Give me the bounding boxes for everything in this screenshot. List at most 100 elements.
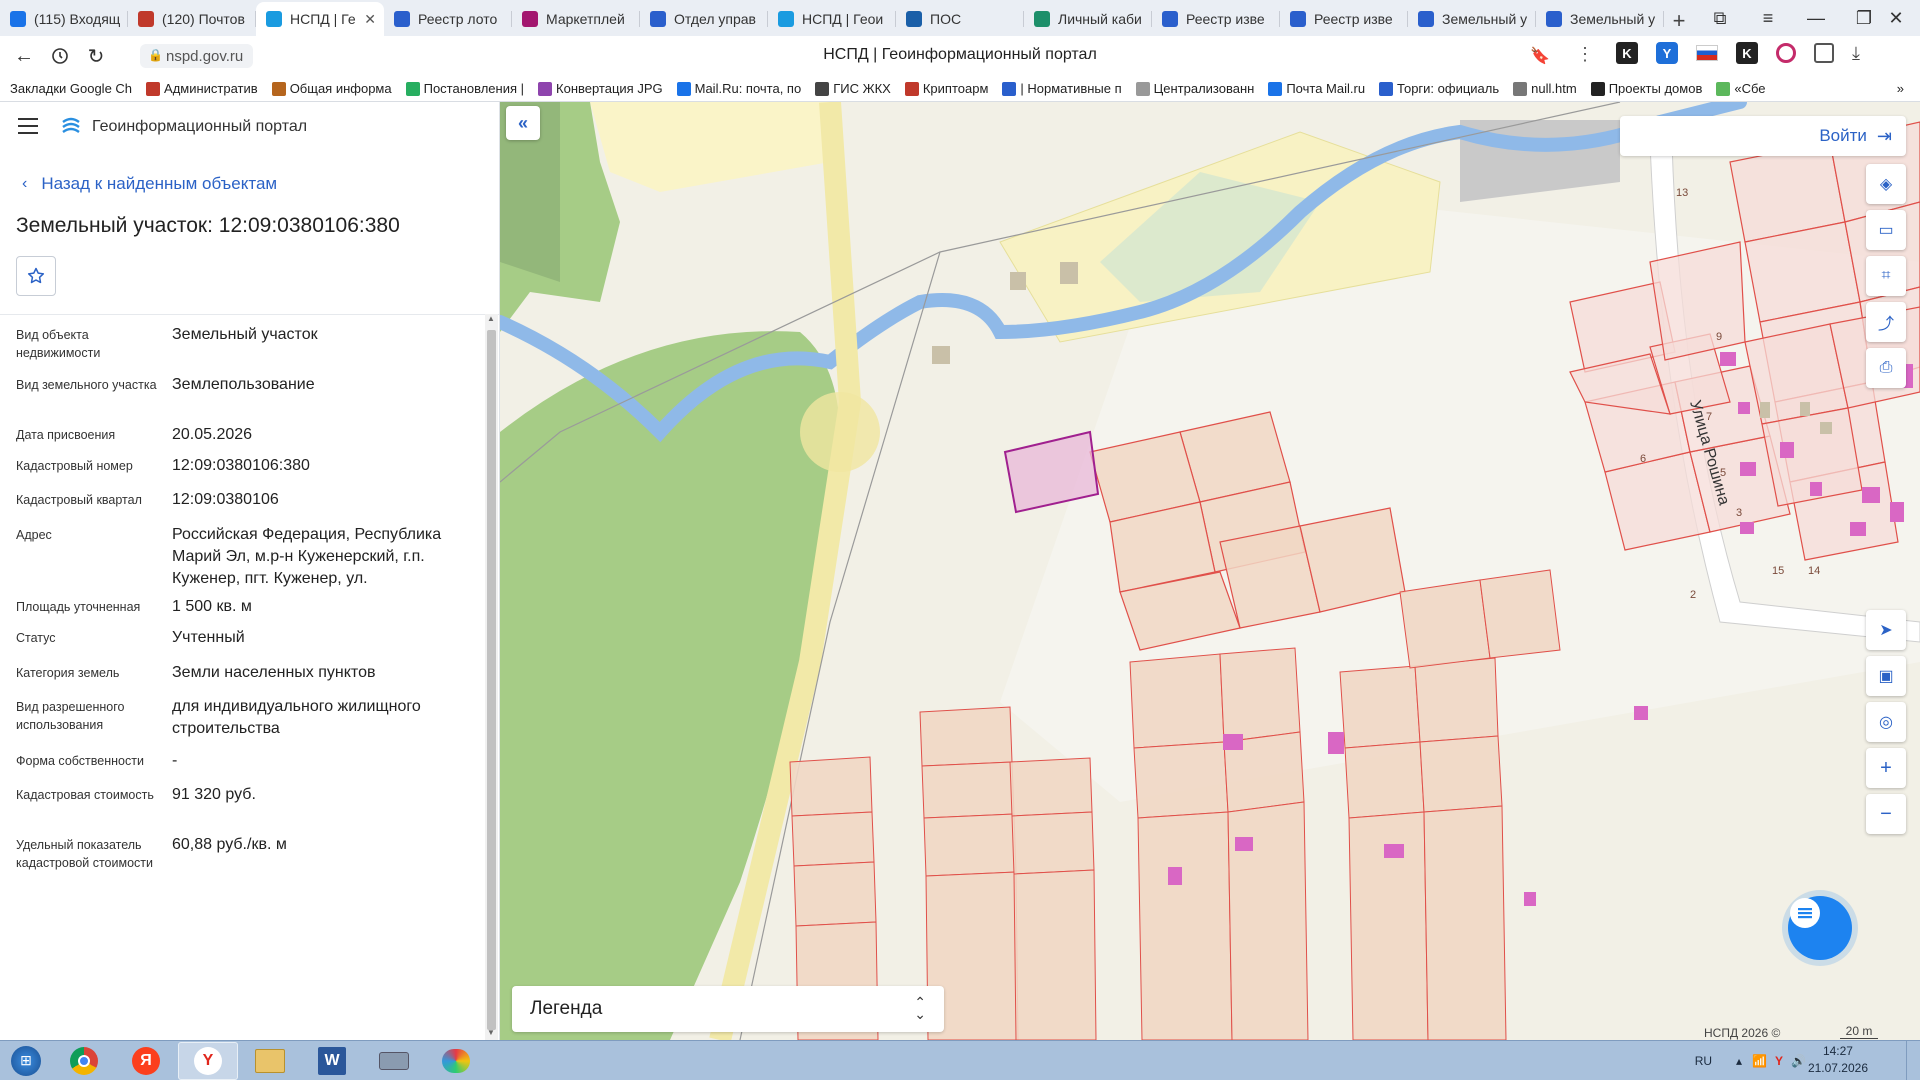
- tab-4[interactable]: Маркетплей: [512, 2, 640, 36]
- bookmark-item[interactable]: Конвертация JPG: [538, 81, 663, 96]
- language-indicator[interactable]: RU: [1695, 1054, 1712, 1068]
- tab-9[interactable]: Реестр изве: [1152, 2, 1280, 36]
- tab-12[interactable]: Земельный у: [1536, 2, 1664, 36]
- bookmark-item[interactable]: «Сбе: [1716, 81, 1766, 96]
- taskbar-yandex[interactable]: Я: [116, 1042, 176, 1080]
- taskbar-word[interactable]: W: [302, 1042, 362, 1080]
- clock[interactable]: 14:27 21.07.2026: [1808, 1043, 1868, 1077]
- scroll-up-arrow-icon[interactable]: ▲: [487, 314, 495, 323]
- collapse-panel-button[interactable]: «: [506, 106, 540, 140]
- zoom-in-button[interactable]: +: [1866, 748, 1906, 788]
- pos-icon: [906, 11, 922, 27]
- volume-icon[interactable]: 🔊: [1791, 1054, 1806, 1068]
- property-label: Форма собственности: [16, 754, 144, 768]
- url-field[interactable]: 🔒 nspd.gov.ru: [140, 44, 254, 68]
- ruler-button[interactable]: ▭: [1866, 210, 1906, 250]
- tab-6[interactable]: НСПД | Геои: [768, 2, 896, 36]
- yandex-icon: Я: [132, 1046, 160, 1075]
- house-number: 15: [1772, 565, 1784, 577]
- yandex-tray-icon[interactable]: Y: [1775, 1054, 1783, 1068]
- close-window-button[interactable]: ✕: [1872, 0, 1920, 36]
- tab-7[interactable]: ПОС: [896, 2, 1024, 36]
- close-tab-icon[interactable]: ✕: [364, 11, 376, 28]
- bookmark-item[interactable]: Административ: [146, 81, 258, 96]
- bookmark-label: Проекты домов: [1608, 81, 1703, 96]
- tab-title: Реестр изве: [1314, 11, 1393, 27]
- bookmark-item[interactable]: Торги: официаль: [1379, 81, 1499, 96]
- download-icon[interactable]: ⤓: [1852, 43, 1860, 64]
- bookmark-item[interactable]: Mail.Ru: почта, по: [676, 81, 801, 96]
- tab-2[interactable]: НСПД | Ге ✕: [256, 2, 384, 36]
- bookmark-icon[interactable]: 🔖: [1530, 46, 1550, 66]
- panel-scrollbar-thumb[interactable]: [487, 330, 496, 1030]
- location-search-icon: ◎: [1879, 714, 1893, 731]
- more-bookmarks-icon[interactable]: »: [1897, 81, 1904, 96]
- russia-flag-icon[interactable]: [1696, 45, 1718, 61]
- taskbar-yandex-browser[interactable]: Y: [178, 1041, 238, 1080]
- tab-title: Земельный у: [1442, 11, 1528, 27]
- property-label: Категория земель: [16, 666, 120, 680]
- tab-0[interactable]: (115) Входящ: [0, 2, 128, 36]
- taskbar-explorer[interactable]: [240, 1042, 300, 1080]
- extensions-icon[interactable]: [1814, 43, 1834, 63]
- menu-icon[interactable]: ≡: [1744, 0, 1792, 36]
- bookmark-item[interactable]: Общая информа: [271, 81, 392, 96]
- search-location-button[interactable]: ◎: [1866, 702, 1906, 742]
- share-button[interactable]: ⤴: [1866, 302, 1906, 342]
- bookmark-favicon-icon: [146, 81, 161, 96]
- bookmark-item[interactable]: Почта Mail.ru: [1268, 81, 1365, 96]
- bookmark-item[interactable]: Криптоарм: [904, 81, 988, 96]
- minimap-button[interactable]: ▣: [1866, 656, 1906, 696]
- bookmark-favicon-icon: [1590, 81, 1605, 96]
- tab-8[interactable]: Личный каби: [1024, 2, 1152, 36]
- panel-header: Геоинформационный портал: [0, 102, 499, 154]
- scroll-down-arrow-icon[interactable]: ▼: [487, 1028, 495, 1037]
- map-view[interactable]: 13 9 7 6 5 3 14 15 2 Улица Рошина « Войт…: [500, 102, 1920, 1040]
- legend-dropdown[interactable]: Легенда ⌃ ⌄: [512, 986, 944, 1032]
- bookmark-item[interactable]: Проекты домов: [1590, 81, 1703, 96]
- show-desktop-button[interactable]: [1906, 1041, 1920, 1080]
- select-area-button[interactable]: ⌗: [1866, 256, 1906, 296]
- back-button[interactable]: ←: [6, 38, 42, 74]
- reload-button[interactable]: ↻: [78, 38, 114, 74]
- bookmark-item[interactable]: Централизованн: [1135, 81, 1254, 96]
- bookmark-item[interactable]: Закладки Google Ch: [10, 81, 132, 96]
- browser-tab-bar: (115) Входящ (120) Почтов НСПД | Ге ✕ Реестр…: [0, 0, 1920, 36]
- layers-button[interactable]: ◈: [1866, 164, 1906, 204]
- bookmark-item[interactable]: ГИС ЖКХ: [815, 81, 891, 96]
- print-button[interactable]: ⎙: [1866, 348, 1906, 388]
- tab-10[interactable]: Реестр изве: [1280, 2, 1408, 36]
- show-hidden-icons-icon[interactable]: ▴: [1736, 1054, 1742, 1068]
- bookmark-item[interactable]: null.htm: [1513, 81, 1577, 96]
- tab-title: ПОС: [930, 11, 962, 27]
- minimize-button[interactable]: —: [1792, 0, 1840, 36]
- favorite-button[interactable]: [16, 256, 56, 296]
- taskbar-paint[interactable]: [426, 1042, 486, 1080]
- chat-button[interactable]: [1788, 896, 1852, 960]
- bookmark-item[interactable]: | Нормативные п: [1002, 81, 1122, 96]
- tab-manager-icon[interactable]: ⧉: [1696, 0, 1744, 36]
- kaspersky-extension-icon-2[interactable]: K: [1736, 42, 1758, 64]
- yandex-extension-icon[interactable]: Y: [1656, 42, 1678, 64]
- tab-1[interactable]: (120) Почтов: [128, 2, 256, 36]
- tab-11[interactable]: Земельный у: [1408, 2, 1536, 36]
- login-button[interactable]: Войти ⇥: [1620, 116, 1906, 156]
- kaspersky-extension-icon[interactable]: K: [1616, 42, 1638, 64]
- hamburger-menu-icon[interactable]: [18, 118, 38, 136]
- bookmark-item[interactable]: Постановления |: [405, 81, 524, 96]
- start-button[interactable]: ⊞: [0, 1042, 52, 1080]
- taskbar-scanner[interactable]: [364, 1042, 424, 1080]
- new-tab-button[interactable]: +: [1664, 6, 1694, 36]
- tab-3[interactable]: Реестр лото: [384, 2, 512, 36]
- taskbar-chrome[interactable]: [54, 1042, 114, 1080]
- locate-button[interactable]: ➤: [1866, 610, 1906, 650]
- yandex-protect-icon[interactable]: [42, 38, 78, 74]
- record-extension-icon[interactable]: [1776, 43, 1796, 63]
- more-icon[interactable]: ⋮: [1576, 44, 1594, 65]
- bookmark-favicon-icon: [538, 81, 553, 96]
- zoom-out-button[interactable]: −: [1866, 794, 1906, 834]
- tab-5[interactable]: Отдел управ: [640, 2, 768, 36]
- network-icon[interactable]: 📶: [1752, 1054, 1767, 1068]
- back-to-results-link[interactable]: ‹ Назад к найденным объектам: [22, 174, 277, 194]
- printer-icon: ⎙: [1879, 359, 1893, 376]
